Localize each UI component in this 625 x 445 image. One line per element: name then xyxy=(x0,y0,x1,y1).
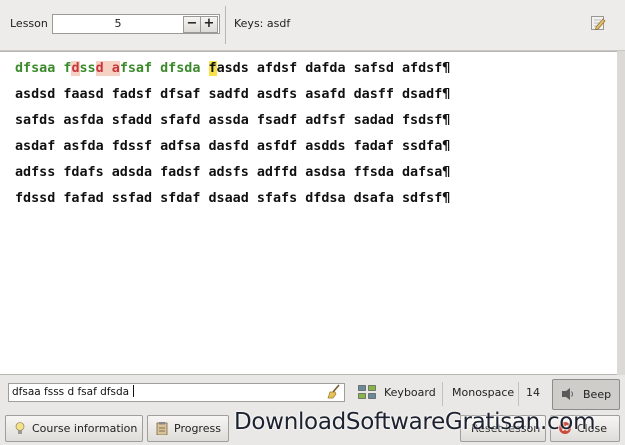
typed-error-text: a xyxy=(111,61,120,76)
typed-correct-text: ss xyxy=(79,61,96,76)
typed-error-text: d xyxy=(71,61,80,76)
typed-error-space xyxy=(103,61,112,76)
clipboard-icon xyxy=(155,421,169,436)
lesson-line-1: dfsaa fdssd afsaf dfsda fasds afdsf dafd… xyxy=(15,58,450,84)
course-information-label: Course information xyxy=(32,422,138,435)
typed-correct-text: dfsaa f xyxy=(15,61,72,76)
bottom-bar: dfsaa fsss d fsaf dfsda Keyboard Monospa… xyxy=(0,375,625,445)
typing-input-value: dfsaa fsss d fsaf dfsda xyxy=(12,386,133,398)
lesson-number-input[interactable]: 5 xyxy=(53,15,183,33)
typing-cursor: f xyxy=(208,61,217,76)
progress-button[interactable]: Progress xyxy=(147,415,229,442)
lesson-line-2: asdsd faasd fadsf dfsaf sadfd asdfs asaf… xyxy=(15,87,451,102)
speaker-icon xyxy=(561,387,575,401)
course-information-button[interactable]: Course information xyxy=(5,415,143,442)
lesson-spinbox[interactable]: 5 − + xyxy=(52,14,220,34)
progress-label: Progress xyxy=(174,422,221,435)
lesson-label: Lesson xyxy=(10,17,48,30)
lesson-line-6: fdssd fafad ssfad sfdaf dsaad sfafs dfds… xyxy=(15,191,451,206)
lightbulb-icon xyxy=(13,421,27,435)
watermark-text: DownloadSoftwareGratisan.com xyxy=(234,409,596,435)
lesson-increment-button[interactable]: + xyxy=(200,16,218,33)
text-caret xyxy=(133,385,135,397)
lesson-decrement-button[interactable]: − xyxy=(183,16,201,33)
lesson-text-area: dfsaa fdssd afsaf dfsda fasds afdsf dafd… xyxy=(0,51,618,375)
lesson-line-5: adfss fdafs adsda fadsf adsfs adffd asds… xyxy=(15,165,451,180)
remaining-text: asds afdsf dafda safsd afdsf¶ xyxy=(216,61,451,76)
lesson-line-3: safds asfda sfadd sfafd assda fsadf adfs… xyxy=(15,113,451,128)
toolbar-separator xyxy=(225,6,226,44)
lesson-toolbar: Lesson 5 − + Keys: asdf xyxy=(0,0,625,51)
lesson-text-lines: dfsaa fdssd afsaf dfsda fasds afdsf dafd… xyxy=(15,58,450,214)
vertical-scrollbar[interactable] xyxy=(617,51,625,375)
typing-input[interactable]: dfsaa fsss d fsaf dfsda xyxy=(8,383,345,402)
typed-correct-text: fsaf dfsda xyxy=(119,61,209,76)
beep-toggle-button[interactable]: Beep xyxy=(552,379,620,410)
lesson-keys-label: Keys: asdf xyxy=(234,17,291,30)
status-separator xyxy=(442,382,443,406)
status-separator xyxy=(518,382,519,406)
font-size-label[interactable]: 14 xyxy=(526,386,540,399)
lesson-line-4: asdaf asfda fdssf adfsa dasfd asfdf asdd… xyxy=(15,139,451,154)
clear-broom-icon[interactable] xyxy=(327,384,341,399)
typed-error-text: d xyxy=(95,61,104,76)
keyboard-button-label[interactable]: Keyboard xyxy=(384,386,436,399)
keyboard-icon[interactable] xyxy=(358,385,376,399)
font-family-label[interactable]: Monospace xyxy=(452,386,514,399)
edit-lesson-icon[interactable] xyxy=(590,15,606,31)
beep-label: Beep xyxy=(583,388,612,401)
